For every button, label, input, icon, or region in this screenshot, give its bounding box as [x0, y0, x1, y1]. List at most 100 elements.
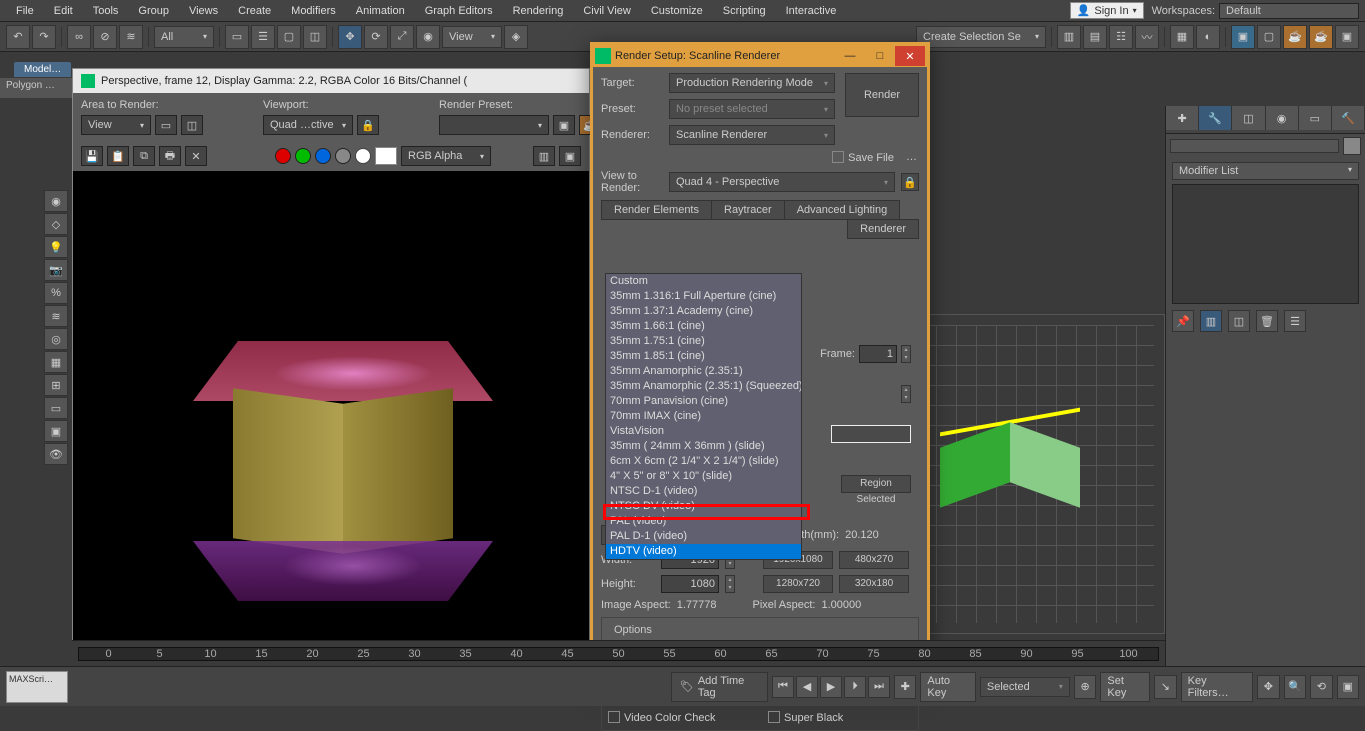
- mirror-button[interactable]: ▥: [1057, 25, 1081, 49]
- window-crossing-button[interactable]: ◫: [303, 25, 327, 49]
- auto-region-button[interactable]: ◫: [181, 115, 203, 135]
- tab-advanced-lighting[interactable]: Advanced Lighting: [785, 200, 901, 220]
- pin-stack-button[interactable]: 📌: [1172, 310, 1194, 332]
- object-name-field[interactable]: [1170, 139, 1339, 153]
- menu-file[interactable]: File: [6, 5, 44, 17]
- selection-filter-dropdown[interactable]: All ▾: [154, 26, 214, 48]
- menu-civil-view[interactable]: Civil View: [573, 5, 640, 17]
- channel-mono-button[interactable]: [355, 148, 371, 164]
- spinner-1[interactable]: ▴▾: [901, 385, 911, 403]
- preset-list-item[interactable]: PAL D-1 (video): [606, 529, 801, 544]
- set-key-icon-button[interactable]: ⊕: [1074, 675, 1096, 699]
- menu-rendering[interactable]: Rendering: [503, 5, 574, 17]
- tab-raytracer[interactable]: Raytracer: [712, 200, 785, 220]
- renderer-dropdown[interactable]: Scanline Renderer▾: [669, 125, 835, 145]
- copy-image-button[interactable]: 📋: [107, 146, 129, 166]
- show-button[interactable]: 👁: [44, 443, 68, 465]
- render-preset-dropdown[interactable]: ▾: [439, 115, 549, 135]
- height-spinner[interactable]: ▴▾: [725, 575, 735, 593]
- save-image-button[interactable]: 💾: [81, 146, 103, 166]
- menu-edit[interactable]: Edit: [44, 5, 83, 17]
- key-mode-button[interactable]: ✚: [894, 675, 916, 699]
- option-super-black[interactable]: Super Black: [768, 709, 912, 724]
- print-button[interactable]: 🖶: [159, 146, 181, 166]
- safe-frame-button[interactable]: ▭: [44, 397, 68, 419]
- placement-button[interactable]: ◉: [416, 25, 440, 49]
- object-color-swatch[interactable]: [1343, 137, 1361, 155]
- preset-list-item[interactable]: 35mm Anamorphic (2.35:1): [606, 364, 801, 379]
- preset-list-item[interactable]: 6cm X 6cm (2 1/4" X 2 1/4") (slide): [606, 454, 801, 469]
- edged-faces-button[interactable]: ▦: [44, 351, 68, 373]
- redo-button[interactable]: ↷: [32, 25, 56, 49]
- set-key-button[interactable]: Set Key: [1100, 672, 1150, 702]
- nav-pan-button[interactable]: ✥: [1257, 675, 1279, 699]
- render-icon-button[interactable]: ▣: [553, 115, 575, 135]
- display-tab[interactable]: ▭: [1299, 106, 1332, 130]
- preset-list-item[interactable]: 35mm 1.37:1 Academy (cine): [606, 304, 801, 319]
- hierarchy-tab[interactable]: ◫: [1232, 106, 1265, 130]
- key-filters-button[interactable]: Key Filters…: [1181, 672, 1254, 702]
- rendered-frame-titlebar[interactable]: Perspective, frame 12, Display Gamma: 2.…: [73, 69, 589, 93]
- preset-list-item[interactable]: 35mm 1.75:1 (cine): [606, 334, 801, 349]
- menu-group[interactable]: Group: [128, 5, 179, 17]
- goto-start-button[interactable]: ⏮: [772, 676, 794, 698]
- pivot-button[interactable]: ◈: [504, 25, 528, 49]
- menu-interactive[interactable]: Interactive: [776, 5, 847, 17]
- height-field[interactable]: 1080: [661, 575, 719, 593]
- menu-modifiers[interactable]: Modifiers: [281, 5, 346, 17]
- preset-320x180-button[interactable]: 320x180: [839, 575, 909, 593]
- save-file-checkbox[interactable]: Save File: [832, 149, 894, 164]
- show-end-result-button[interactable]: ▥: [1200, 310, 1222, 332]
- channel-alpha-button[interactable]: [335, 148, 351, 164]
- area-to-render-dropdown[interactable]: View▾: [81, 115, 151, 135]
- material-editor-button[interactable]: ◐: [1196, 25, 1220, 49]
- percent-snap-button[interactable]: %: [44, 282, 68, 304]
- lock-view-button[interactable]: 🔒: [901, 173, 919, 191]
- channel-dropdown[interactable]: RGB Alpha▾: [401, 146, 491, 166]
- next-frame-button[interactable]: ⏵: [844, 676, 866, 698]
- workspaces-dropdown[interactable]: Default: [1219, 3, 1359, 19]
- modifier-list-dropdown[interactable]: Modifier List▾: [1172, 162, 1359, 180]
- remove-modifier-button[interactable]: 🗑: [1256, 310, 1278, 332]
- dialog-titlebar[interactable]: Render Setup: Scanline Renderer — □ ✕: [593, 45, 927, 67]
- nav-orbit-button[interactable]: ⟲: [1310, 675, 1332, 699]
- ribbon-tab-modeling[interactable]: Model…: [14, 62, 71, 77]
- render-button[interactable]: ☕: [1283, 25, 1307, 49]
- auto-key-button[interactable]: Auto Key: [920, 672, 976, 702]
- preset-list-item[interactable]: HDTV (video): [606, 544, 801, 559]
- unlink-button[interactable]: ⊘: [93, 25, 117, 49]
- make-unique-button[interactable]: ◫: [1228, 310, 1250, 332]
- region-selected-button[interactable]: Region Selected: [841, 475, 911, 493]
- preset-list-item[interactable]: 35mm 1.66:1 (cine): [606, 319, 801, 334]
- configure-sets-button[interactable]: ☰: [1284, 310, 1306, 332]
- angle-snap-button[interactable]: ◇: [44, 213, 68, 235]
- option-video-color-check[interactable]: Video Color Check: [608, 709, 752, 724]
- maxscript-listener[interactable]: MAXScri…: [6, 671, 68, 703]
- toggle-ui-button[interactable]: ▥: [533, 146, 555, 166]
- viewport-bg-button[interactable]: ▣: [44, 420, 68, 442]
- menu-animation[interactable]: Animation: [346, 5, 415, 17]
- frame-spinner[interactable]: ▴▾: [901, 345, 911, 363]
- nav-zoom-button[interactable]: 🔍: [1284, 675, 1306, 699]
- add-time-tag-button[interactable]: 🏷 Add Time Tag: [671, 672, 768, 702]
- preset-list-item[interactable]: 35mm Anamorphic (2.35:1) (Squeezed): [606, 379, 801, 394]
- color-swatch[interactable]: [375, 147, 397, 165]
- preset-480x270-button[interactable]: 480x270: [839, 551, 909, 569]
- view-to-render-dropdown[interactable]: Quad 4 - Perspective▾: [669, 172, 895, 192]
- move-button[interactable]: ✥: [338, 25, 362, 49]
- rect-region-button[interactable]: ▢: [277, 25, 301, 49]
- key-filter-dropdown[interactable]: Selected▾: [980, 677, 1070, 697]
- menu-customize[interactable]: Customize: [641, 5, 713, 17]
- preset-dropdown[interactable]: No preset selected▾: [669, 99, 835, 119]
- select-name-button[interactable]: ☰: [251, 25, 275, 49]
- undo-button[interactable]: ↶: [6, 25, 30, 49]
- tab-renderer[interactable]: Renderer: [847, 219, 919, 239]
- render-canvas[interactable]: [73, 171, 589, 687]
- menu-views[interactable]: Views: [179, 5, 228, 17]
- align-button[interactable]: ▤: [1083, 25, 1107, 49]
- play-button[interactable]: ▶: [820, 676, 842, 698]
- preset-list-item[interactable]: NTSC DV (video): [606, 499, 801, 514]
- preset-list-item[interactable]: VistaVision: [606, 424, 801, 439]
- menu-scripting[interactable]: Scripting: [713, 5, 776, 17]
- minimize-button[interactable]: —: [835, 46, 865, 66]
